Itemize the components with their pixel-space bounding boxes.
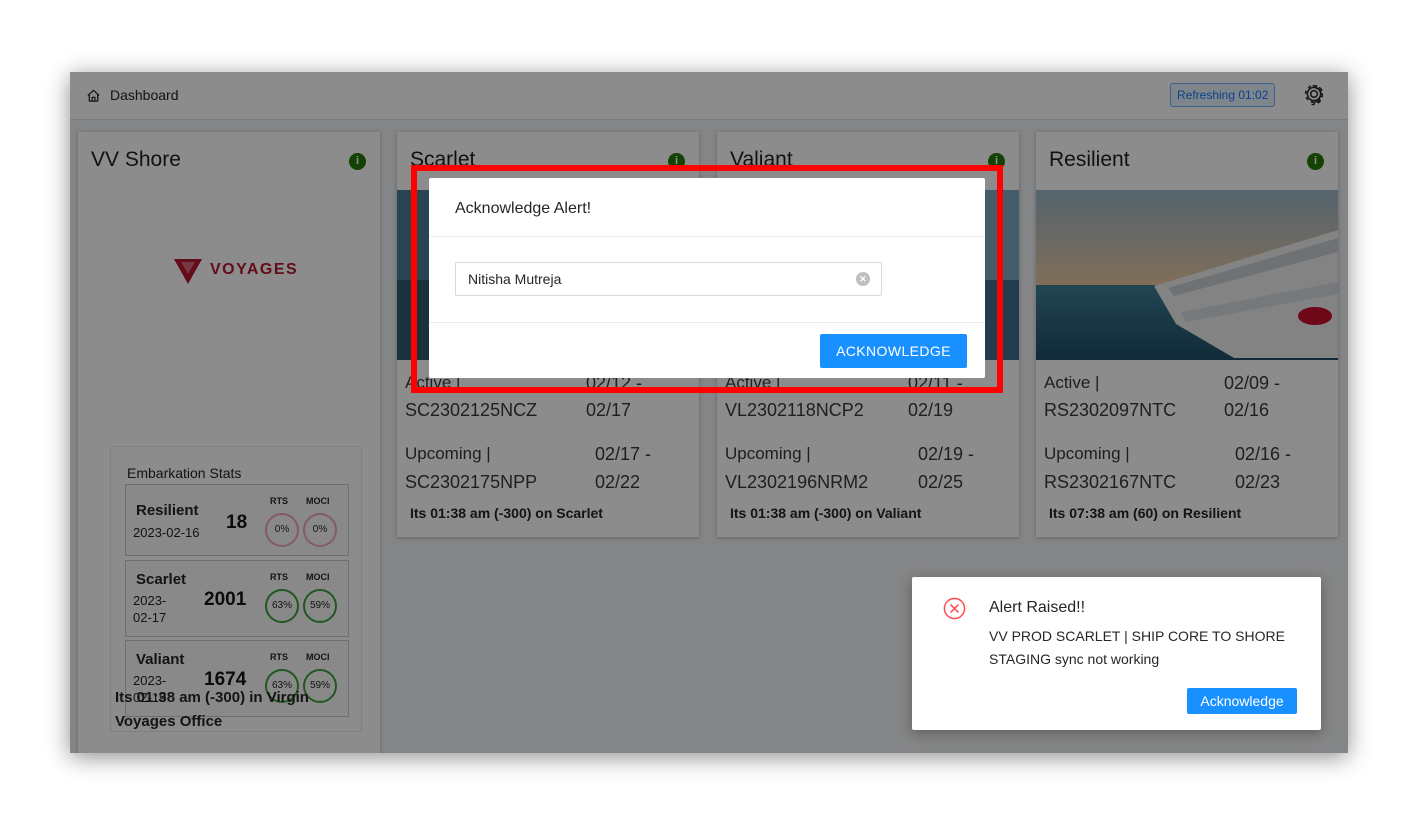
close-circle-icon (943, 597, 966, 620)
app-window: Dashboard Refreshing 01:02 VV Shore i VO… (70, 72, 1348, 753)
notification-title: Alert Raised!! (989, 599, 1086, 616)
notification-message: VV PROD SCARLET | SHIP CORE TO SHORE STA… (989, 628, 1285, 667)
alert-notification: Alert Raised!! VV PROD SCARLET | SHIP CO… (912, 577, 1321, 730)
notification-acknowledge-button[interactable]: Acknowledge (1187, 688, 1297, 714)
highlight-box (411, 165, 1003, 393)
